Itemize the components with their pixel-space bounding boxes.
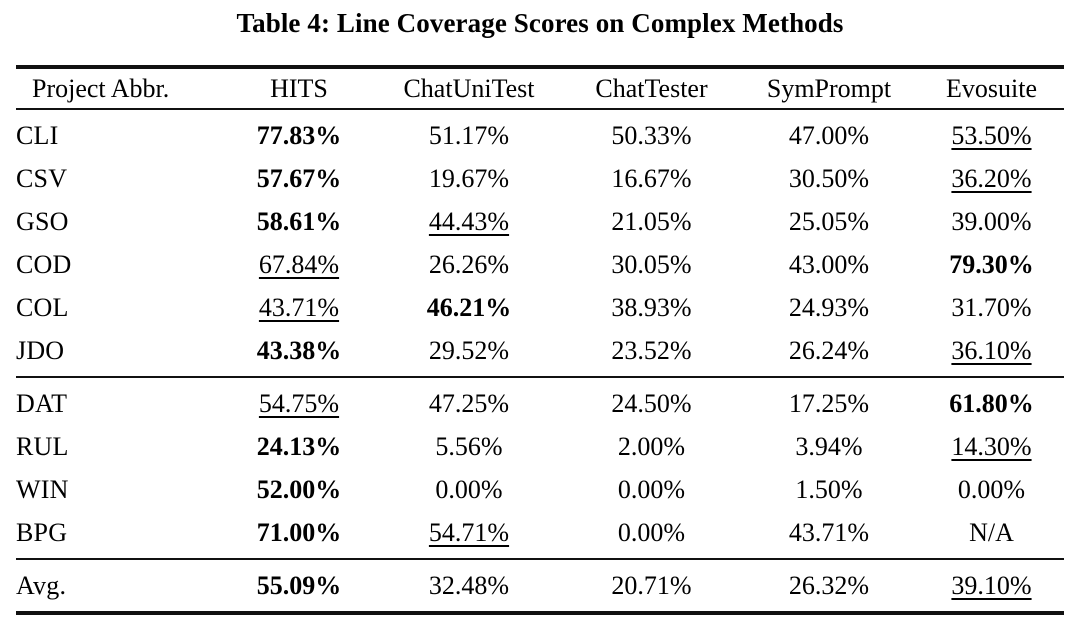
cell-chattester: 0.00% <box>617 518 686 547</box>
cell-hits: 43.71% <box>258 293 340 322</box>
cell-hits: 57.67% <box>256 164 342 193</box>
table-row: COL 43.71% 46.21% 38.93% 24.93% 31.70% <box>16 286 1064 329</box>
cell-symprompt: 47.00% <box>739 108 919 157</box>
column-header-chatunitest: ChatUniTest <box>374 65 564 109</box>
table-row: JDO 43.38% 29.52% 23.52% 26.24% 36.10% <box>16 329 1064 377</box>
page-title: Table 4: Line Coverage Scores on Complex… <box>236 8 844 38</box>
cell-evosuite: 39.00% <box>951 207 1032 236</box>
cell-symprompt: 43.00% <box>788 250 870 279</box>
table-row: DAT 54.75% 47.25% 24.50% 17.25% 61.80% <box>16 376 1064 425</box>
cell-project: WIN <box>16 475 69 504</box>
cell-hits: 43.38% <box>256 336 342 365</box>
line-coverage-table: Project Abbr. HITS ChatUniTest ChatTeste… <box>16 65 1064 619</box>
table-row: CLI 77.83% 51.17% 50.33% 47.00% 53.50% <box>16 108 1064 157</box>
cell-chattester: 50.33% <box>564 108 739 157</box>
cell-evosuite: 14.30% <box>951 432 1032 461</box>
cell-chattester: 38.93% <box>611 293 692 322</box>
cell-evosuite: 61.80% <box>919 376 1064 425</box>
cell-hits: 58.61% <box>256 207 342 236</box>
table-summary-row: Avg. 55.09% 32.48% 20.71% 26.32% 39.10% <box>16 558 1064 613</box>
table-container: Project Abbr. HITS ChatUniTest ChatTeste… <box>16 40 1064 619</box>
cell-symprompt: 30.50% <box>788 164 870 193</box>
cell-evosuite: N/A <box>969 518 1014 547</box>
cell-project: RUL <box>16 432 69 461</box>
cell-evosuite: 36.10% <box>951 336 1032 365</box>
bottom-rule-cell <box>739 611 919 619</box>
column-header-hits: HITS <box>224 65 374 109</box>
cell-hits: 54.75% <box>224 376 374 425</box>
cell-symprompt: 26.24% <box>788 336 870 365</box>
cell-symprompt: 26.32% <box>739 558 919 613</box>
bottom-rule-cell <box>564 611 739 619</box>
bottom-rule-cell <box>224 611 374 619</box>
cell-evosuite: 53.50% <box>919 108 1064 157</box>
cell-chatunitest: 46.21% <box>426 293 512 322</box>
cell-symprompt: 17.25% <box>739 376 919 425</box>
cell-chatunitest: 54.71% <box>428 518 510 547</box>
cell-chattester: 2.00% <box>617 432 686 461</box>
cell-project: GSO <box>16 207 69 236</box>
cell-symprompt: 25.05% <box>788 207 870 236</box>
cell-hits: 24.13% <box>256 432 342 461</box>
cell-project: COL <box>16 293 69 322</box>
cell-chatunitest: 26.26% <box>428 250 510 279</box>
cell-chatunitest: 44.43% <box>428 207 510 236</box>
table-row: CSV 57.67% 19.67% 16.67% 30.50% 36.20% <box>16 157 1064 200</box>
cell-chattester: 30.05% <box>611 250 692 279</box>
cell-evosuite: 79.30% <box>949 250 1034 279</box>
cell-chatunitest: 32.48% <box>374 558 564 613</box>
cell-hits: 67.84% <box>258 250 340 279</box>
cell-symprompt: 24.93% <box>788 293 870 322</box>
column-header-project: Project Abbr. <box>16 65 224 109</box>
table-row: WIN 52.00% 0.00% 0.00% 1.50% 0.00% <box>16 468 1064 511</box>
cell-project: JDO <box>16 336 65 365</box>
cell-chattester: 16.67% <box>611 164 692 193</box>
cell-project: CLI <box>16 108 224 157</box>
cell-project: DAT <box>16 376 224 425</box>
table-header: Project Abbr. HITS ChatUniTest ChatTeste… <box>16 65 1064 109</box>
table-row: RUL 24.13% 5.56% 2.00% 3.94% 14.30% <box>16 425 1064 468</box>
table-bottom-rule <box>16 611 1064 619</box>
cell-chatunitest: 47.25% <box>374 376 564 425</box>
bottom-rule-cell <box>16 611 224 619</box>
cell-chatunitest: 0.00% <box>435 475 503 504</box>
cell-evosuite: 0.00% <box>957 475 1026 504</box>
cell-chatunitest: 29.52% <box>428 336 510 365</box>
bottom-rule-cell <box>374 611 564 619</box>
cell-chattester: 20.71% <box>564 558 739 613</box>
cell-chattester: 23.52% <box>611 336 692 365</box>
table-header-row: Project Abbr. HITS ChatUniTest ChatTeste… <box>16 65 1064 109</box>
cell-chatunitest: 5.56% <box>435 432 503 461</box>
cell-evosuite: 39.10% <box>919 558 1064 613</box>
cell-project: Avg. <box>16 558 224 613</box>
column-header-evosuite: Evosuite <box>919 65 1064 109</box>
bottom-rule-cell <box>919 611 1064 619</box>
table-row: BPG 71.00% 54.71% 0.00% 43.71% N/A <box>16 511 1064 559</box>
cell-hits: 55.09% <box>224 558 374 613</box>
cell-symprompt: 3.94% <box>795 432 863 461</box>
cell-hits: 77.83% <box>224 108 374 157</box>
cell-symprompt: 1.50% <box>795 475 863 504</box>
column-header-symprompt: SymPrompt <box>739 65 919 109</box>
table-row: COD 67.84% 26.26% 30.05% 43.00% 79.30% <box>16 243 1064 286</box>
column-header-chattester: ChatTester <box>564 65 739 109</box>
cell-chatunitest: 51.17% <box>374 108 564 157</box>
cell-chattester: 0.00% <box>617 475 686 504</box>
cell-project: BPG <box>16 518 68 547</box>
table-body: CLI 77.83% 51.17% 50.33% 47.00% 53.50% CSV 57.6… <box>16 108 1064 619</box>
cell-chattester: 24.50% <box>564 376 739 425</box>
cell-evosuite: 36.20% <box>951 164 1032 193</box>
table-page: Table 4: Line Coverage Scores on Complex… <box>0 0 1080 629</box>
cell-project: CSV <box>16 164 68 193</box>
cell-symprompt: 43.71% <box>788 518 870 547</box>
cell-evosuite: 31.70% <box>951 293 1032 322</box>
cell-hits: 52.00% <box>256 475 342 504</box>
cell-chatunitest: 19.67% <box>428 164 510 193</box>
table-row: GSO 58.61% 44.43% 21.05% 25.05% 39.00% <box>16 200 1064 243</box>
cell-chattester: 21.05% <box>611 207 692 236</box>
cell-project: COD <box>16 250 72 279</box>
cell-hits: 71.00% <box>256 518 342 547</box>
